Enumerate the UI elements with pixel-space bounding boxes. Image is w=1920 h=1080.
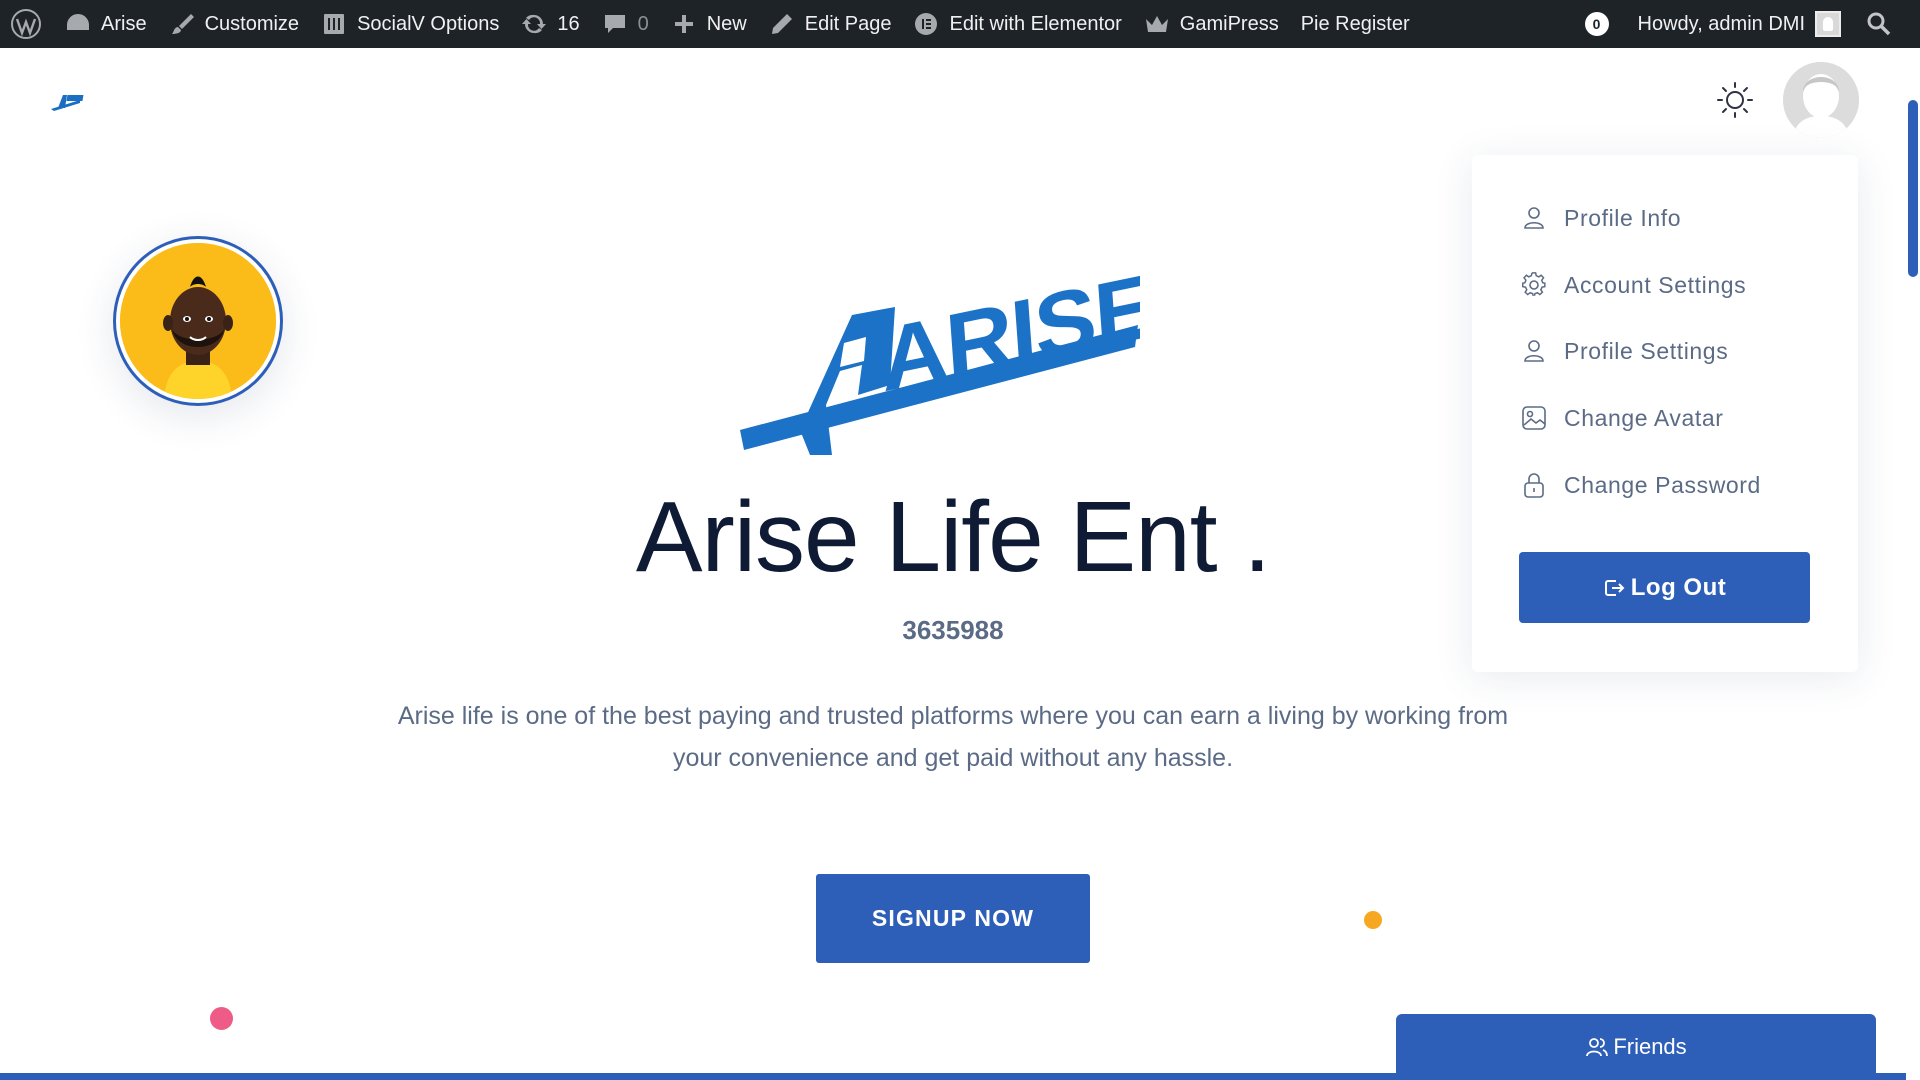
menu-item-label: Profile Info [1564, 204, 1682, 231]
options-icon [324, 14, 345, 34]
new-content-link[interactable]: New [660, 0, 758, 48]
howdy-label: Howdy, admin DMI [1637, 12, 1805, 35]
decorative-dot-orange [1364, 911, 1382, 929]
default-avatar-icon [1783, 62, 1859, 138]
comments-link[interactable]: 0 [591, 0, 660, 48]
pie-register-link[interactable]: Pie Register [1290, 0, 1421, 48]
user-icon [1524, 340, 1544, 362]
updates-link[interactable]: 16 [510, 0, 590, 48]
comments-count: 0 [637, 12, 649, 35]
site-name-label: Arise [101, 12, 147, 35]
plus-icon [674, 15, 693, 33]
page-title: Arise Life Ent . [635, 481, 1271, 593]
bitmoji-avatar-image [120, 243, 276, 399]
menu-item-label: Change Avatar [1564, 404, 1724, 431]
brush-icon [171, 14, 194, 34]
pencil-icon [771, 14, 792, 34]
decorative-dot-pink [210, 1007, 233, 1030]
site-name-link[interactable]: Arise [54, 0, 158, 48]
my-account-link[interactable]: Howdy, admin DMI [1627, 0, 1852, 48]
edit-page-label: Edit Page [804, 12, 892, 35]
socialv-options-link[interactable]: SocialV Options [310, 0, 510, 48]
page-scrollbar[interactable] [1906, 48, 1920, 1080]
site-logo[interactable] [50, 92, 88, 114]
menu-item-label: Account Settings [1564, 271, 1747, 298]
sun-icon[interactable] [1715, 80, 1755, 120]
elementor-icon [915, 13, 938, 35]
new-content-label: New [706, 12, 747, 35]
updates-count: 16 [557, 12, 580, 35]
menu-item-change-avatar[interactable]: Change Avatar [1520, 398, 1724, 438]
signup-now-button[interactable]: SIGNUP NOW [816, 874, 1090, 963]
image-icon [1522, 406, 1546, 430]
dashboard-icon [67, 13, 89, 30]
menu-item-account-settings[interactable]: Account Settings [1520, 265, 1746, 305]
crown-icon [1145, 16, 1168, 32]
admin-avatar [1815, 11, 1841, 37]
customize-link[interactable]: Customize [158, 0, 310, 48]
edit-elementor-link[interactable]: Edit with Elementor [902, 0, 1132, 48]
gamipress-link[interactable]: GamiPress [1133, 0, 1290, 48]
comment-icon [604, 15, 625, 33]
socialv-options-label: SocialV Options [357, 12, 500, 35]
users-icon [1586, 1038, 1609, 1057]
edit-page-link[interactable]: Edit Page [758, 0, 903, 48]
gear-icon [1522, 272, 1546, 296]
group-id-number: 3635988 [902, 615, 1004, 645]
user-avatar-button[interactable] [1783, 62, 1859, 138]
user-icon [1524, 207, 1544, 229]
admin-search-button[interactable] [1852, 0, 1920, 48]
menu-item-profile-settings[interactable]: Profile Settings [1520, 331, 1728, 371]
search-icon [1867, 12, 1891, 36]
edit-elementor-label: Edit with Elementor [949, 12, 1122, 35]
scrollbar-thumb[interactable] [1908, 100, 1918, 277]
friends-chat-bar[interactable]: Friends [1396, 1014, 1876, 1080]
refresh-icon [522, 14, 547, 34]
friends-label: Friends [1613, 1034, 1687, 1059]
customize-label: Customize [204, 12, 300, 35]
wp-admin-bar: Arise Customize SocialV Options 16 0 New… [0, 0, 1920, 48]
arise-logo-text: ARISE [877, 254, 1140, 412]
notifications-badge[interactable]: 0 [1584, 12, 1609, 36]
arise-logo: ARISE [740, 254, 1140, 455]
gamipress-label: GamiPress [1179, 12, 1279, 35]
pie-register-label: Pie Register [1300, 12, 1410, 35]
profile-avatar[interactable] [113, 236, 283, 406]
menu-item-label: Profile Settings [1564, 337, 1729, 364]
wordpress-logo-icon[interactable] [0, 0, 54, 48]
group-description: Arise life is one of the best paying and… [397, 702, 1509, 772]
menu-item-profile-info[interactable]: Profile Info [1520, 198, 1681, 238]
admin-bar-secondary: 0 Howdy, admin DMI [1584, 0, 1920, 48]
